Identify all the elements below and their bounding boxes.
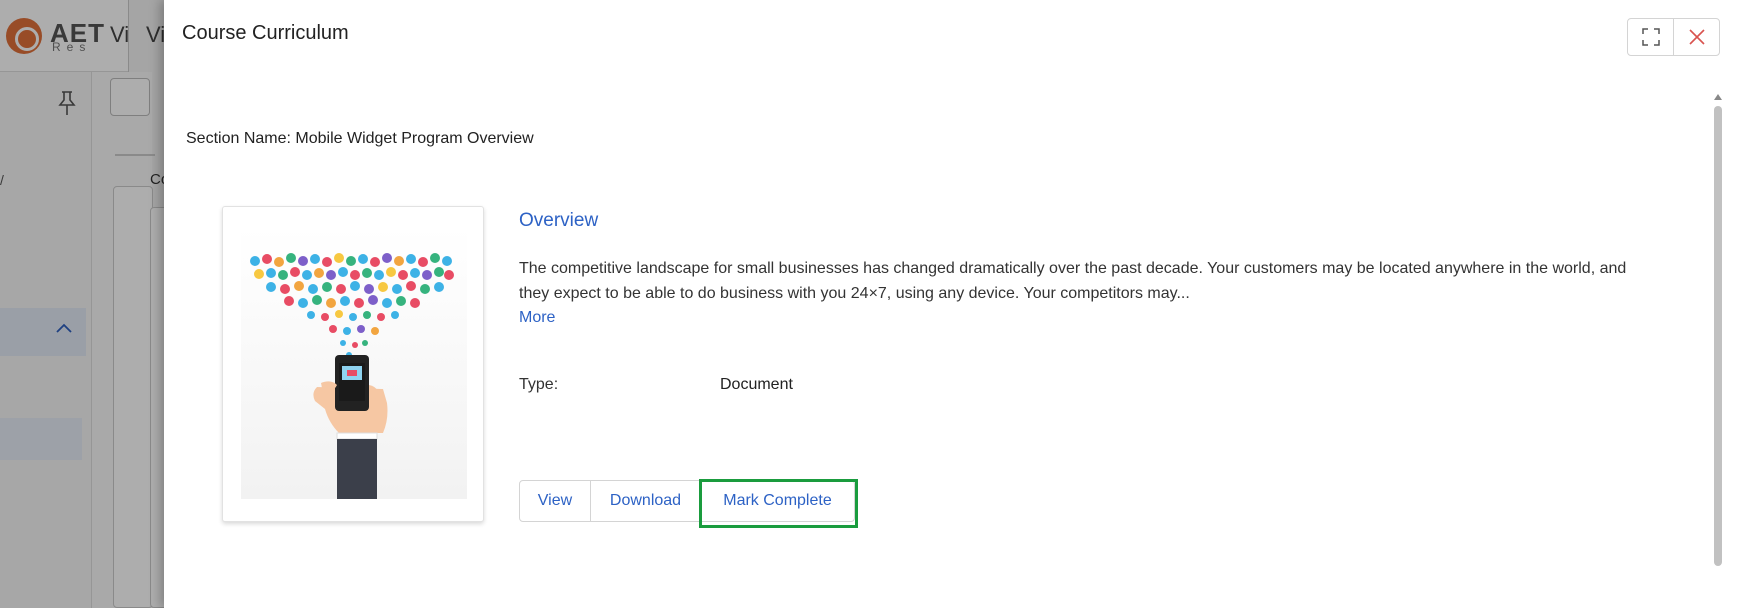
course-item-thumbnail [241,227,467,499]
close-icon [1688,29,1705,45]
scroll-up-arrow-icon[interactable] [1714,94,1722,100]
close-button[interactable] [1673,18,1720,56]
modal-title: Course Curriculum [182,22,349,44]
section-name: Section Name: Mobile Widget Program Over… [186,130,534,147]
type-value: Document [720,376,793,393]
course-item-title[interactable]: Overview [519,210,598,232]
expand-icon [1641,28,1660,46]
scrollbar-thumb[interactable] [1714,106,1722,566]
course-curriculum-modal: Course Curriculum Section Name: Mobile W… [164,0,1743,608]
more-link[interactable]: More [519,309,555,327]
course-item-actions: View Download Mark Complete [519,480,855,522]
vertical-scrollbar[interactable] [1711,92,1725,608]
expand-button[interactable] [1627,18,1674,56]
download-button[interactable]: Download [591,480,701,522]
type-label: Type: [519,376,559,393]
course-item-description: The competitive landscape for small busi… [519,260,1627,302]
view-button[interactable]: View [519,480,591,522]
mark-complete-button[interactable]: Mark Complete [701,480,855,522]
course-item-thumbnail-card [222,206,484,522]
